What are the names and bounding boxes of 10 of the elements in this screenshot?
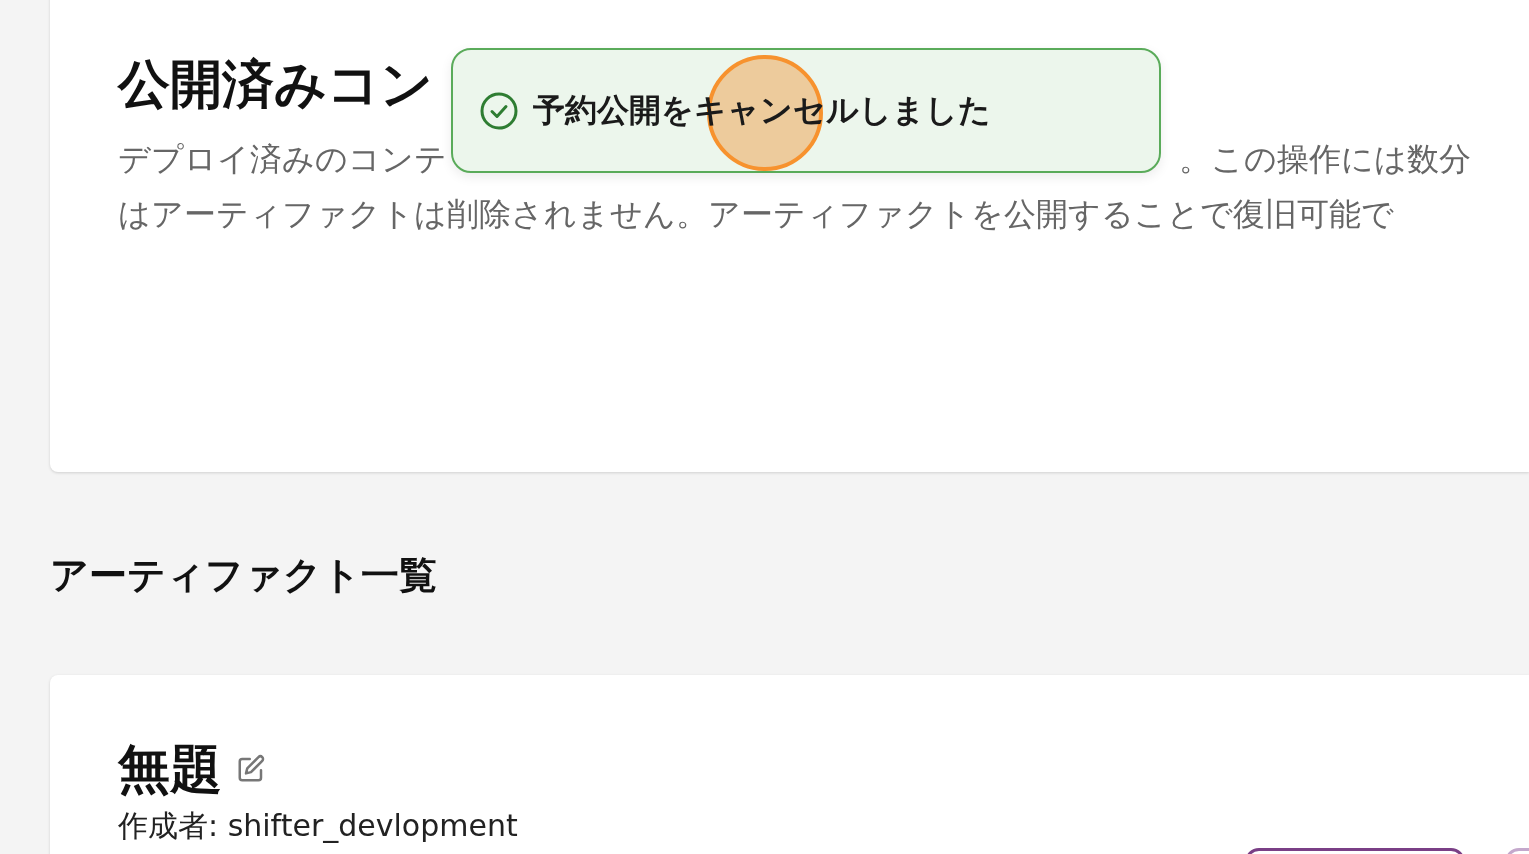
card-title: 公開済みコン bbox=[118, 54, 433, 114]
check-circle-icon bbox=[479, 90, 519, 131]
section-heading: アーティファクト一覧 bbox=[50, 552, 437, 599]
edit-icon[interactable] bbox=[236, 754, 266, 784]
description-text: デプロイ済みのコンテ bbox=[118, 139, 447, 180]
toast-message: 予約公開をキャンセルしました bbox=[533, 89, 991, 131]
author-text: 作成者: shifter_devlopment bbox=[118, 807, 518, 845]
description-text: はアーティファクトは削除されません。アーティファクトを公開することで復旧可能で bbox=[118, 194, 1394, 235]
artifact-title: 無題 bbox=[118, 738, 222, 801]
description-text: 。この操作には数分 bbox=[1179, 139, 1471, 180]
